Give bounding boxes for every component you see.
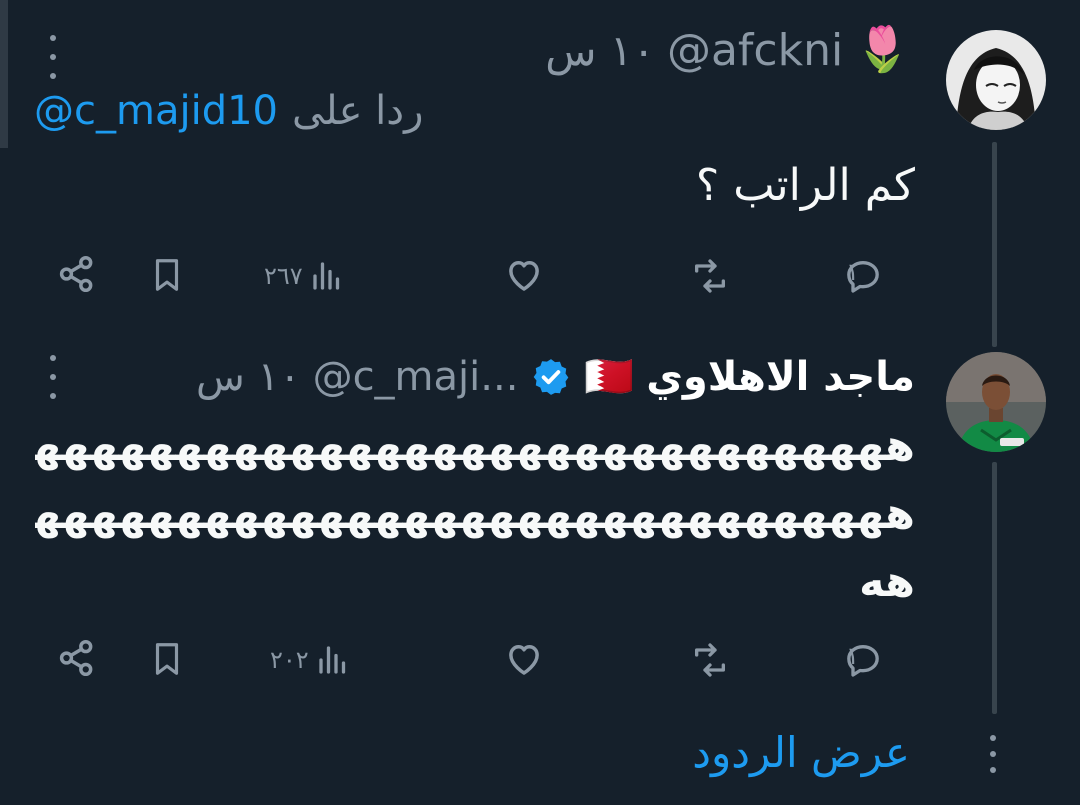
edge-indicator [0,0,8,148]
more-icon[interactable] [46,35,60,79]
reply-count: ١ [846,642,859,670]
tweet-text: كم الراتب ؟ [695,160,915,211]
share-icon[interactable] [56,637,98,679]
author-handle[interactable]: @c_maji... [313,354,519,400]
more-icon[interactable] [46,355,60,399]
author-emoji: 🌷 [855,24,910,75]
show-replies-link[interactable]: عرض الردود [692,728,910,777]
thread-line [992,462,997,714]
avatar-c_majid10[interactable] [946,352,1046,452]
thread-more-icon [986,735,1000,773]
timestamp[interactable]: ١٠ س [545,26,655,75]
reply-to-handle[interactable]: @c_majid10 [34,88,278,134]
bookmark-icon[interactable] [148,638,186,680]
views-icon [315,642,351,678]
display-name[interactable]: ماجد الاهلاوي [646,354,915,400]
tweet-text-line: ههههههههههههههههههههههههههههههههههههه [35,489,915,539]
views-count: ٢٦٧ [264,262,303,290]
author-handle[interactable]: @afckni [667,25,843,76]
views-icon [309,258,345,294]
verified-badge-icon [530,356,572,398]
tweet-text-line: هههههههههههههههههههههههههههههههههههه [35,421,915,471]
tweet-text: ههههههههههههههههههههههههههههههه ههههه ههه… [35,412,915,616]
views-count: ٢٠٢ [270,646,309,674]
bookmark-icon[interactable] [148,254,186,296]
timestamp[interactable]: ١٠ س [196,354,301,400]
tweet-text-line: هه [859,557,915,607]
reply-prefix: ردا على [291,88,424,134]
share-icon[interactable] [56,253,98,295]
tweet-header: ماجد الاهلاوي 🇧🇭 @c_maji... ١٠ س [196,345,915,409]
retweet-icon[interactable] [688,256,732,296]
retweet-icon[interactable] [688,640,732,680]
views-stat[interactable]: ٢٦٧ [264,258,345,294]
avatar-afckni[interactable] [946,30,1046,130]
views-stat[interactable]: ٢٠٢ [270,642,351,678]
tweet-header: 🌷 @afckni ١٠ س [545,22,910,78]
reply-context: @c_majid10 ردا على [34,88,423,134]
like-icon[interactable] [503,254,545,296]
thread-line [992,142,997,347]
like-icon[interactable] [503,638,545,680]
flag-emoji: 🇧🇭 [584,354,635,400]
reply-count: ١ [846,258,859,286]
